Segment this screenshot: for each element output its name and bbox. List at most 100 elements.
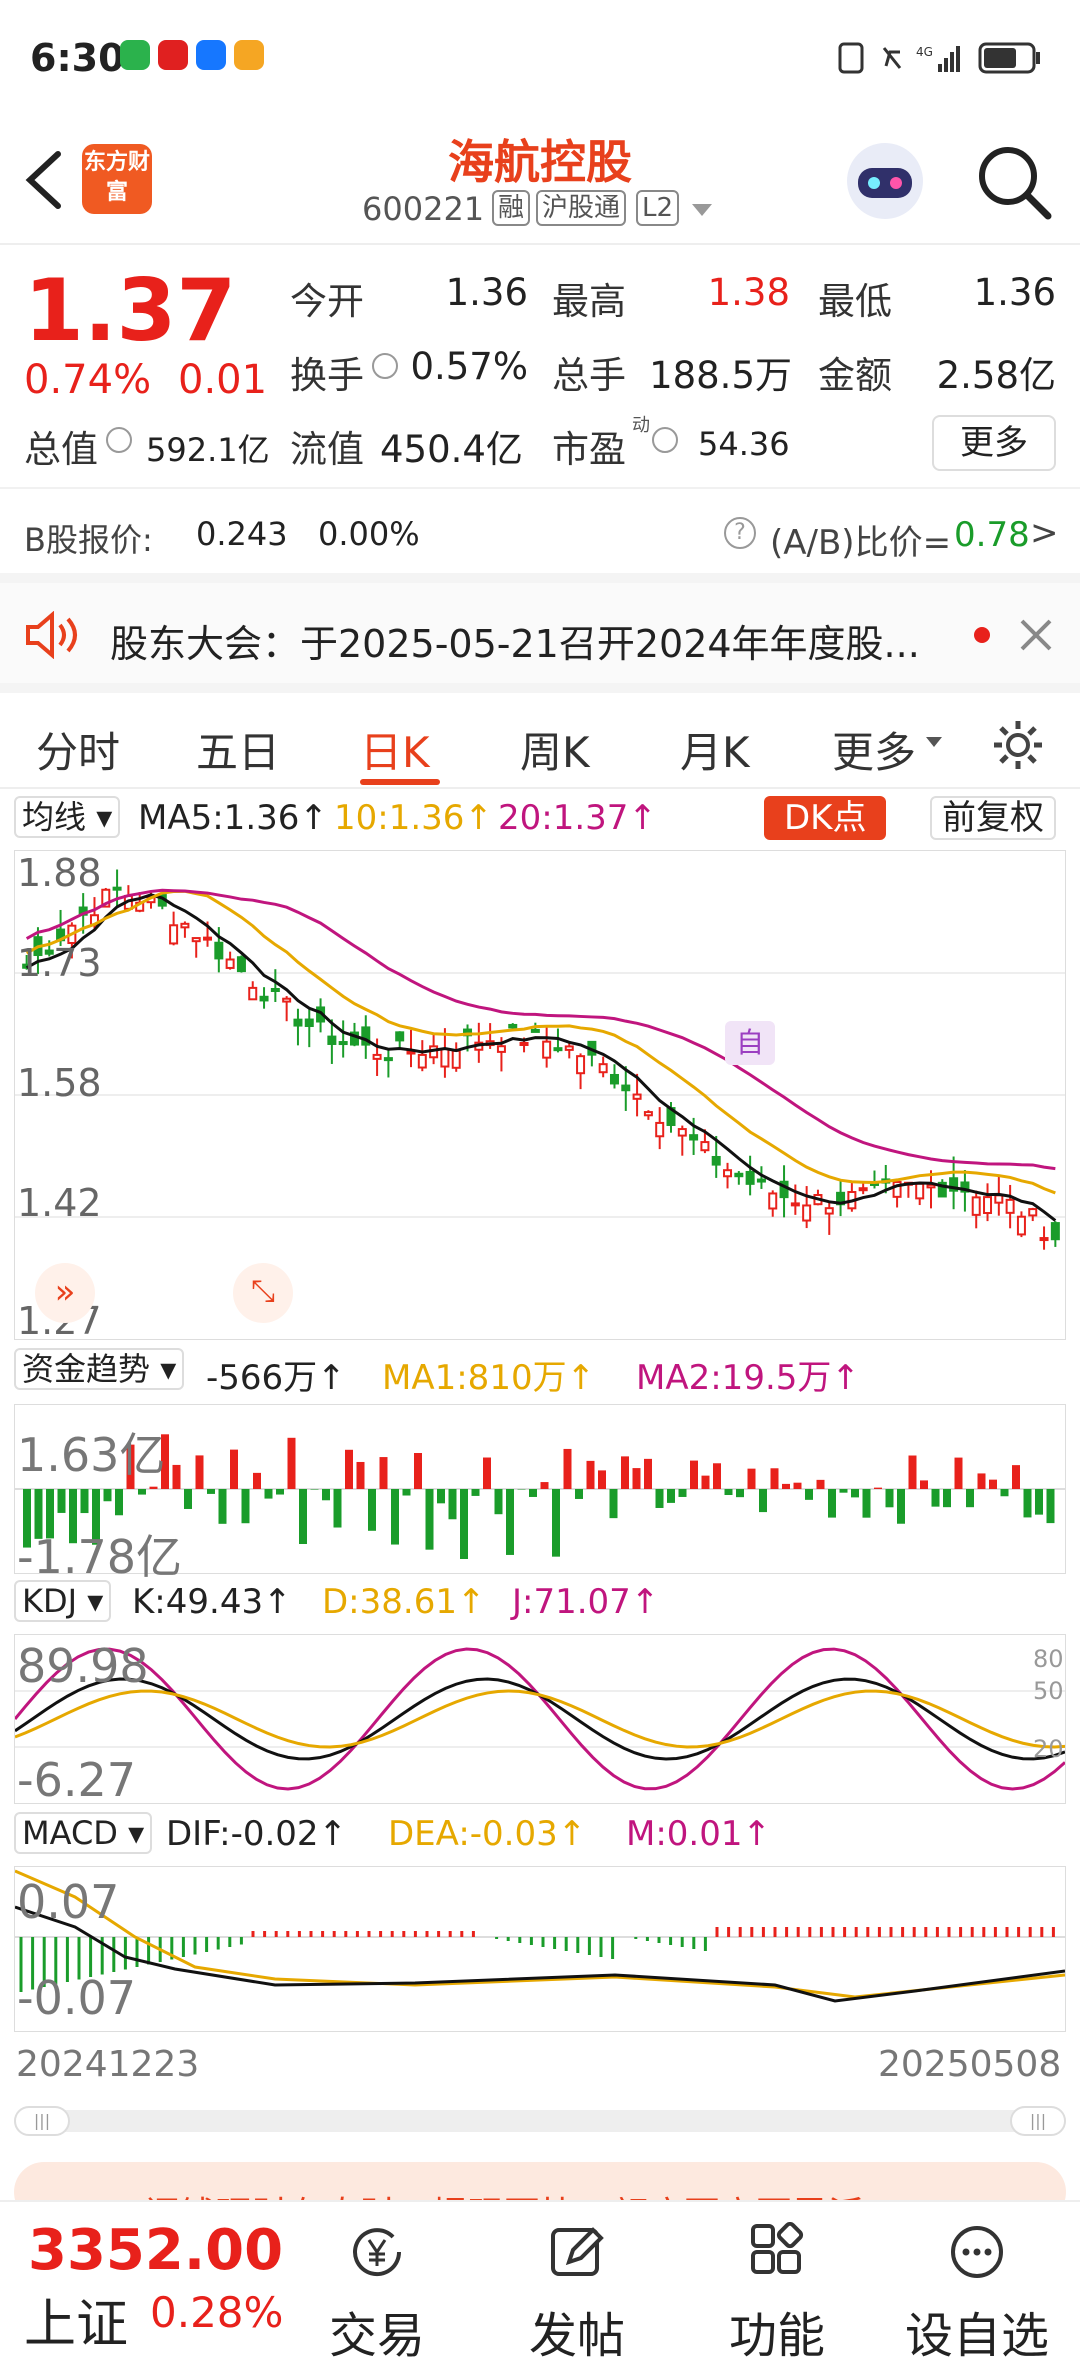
kdj-k: K:49.43↑ (132, 1582, 292, 1622)
fund-bar (885, 1489, 894, 1508)
b-share-label: B股报价: (24, 521, 153, 559)
nav-trade[interactable]: 交易 (292, 2222, 462, 2366)
close-icon[interactable] (1018, 617, 1054, 653)
candle-body (598, 1063, 608, 1074)
fund-bar (149, 1486, 158, 1489)
y-tick-label: -1.78亿 (17, 1530, 183, 1584)
fund-bar (552, 1489, 560, 1557)
nav-functions[interactable]: 功能 (692, 2222, 862, 2366)
candle-body (395, 1031, 405, 1042)
nav-post-label: 发帖 (528, 2308, 625, 2364)
tab-monthly-k[interactable]: 月K (680, 719, 750, 780)
candle-body (293, 1018, 303, 1027)
help-icon[interactable]: ? (724, 517, 756, 549)
range-handle-right[interactable]: ||| (1010, 2106, 1066, 2136)
tab-daily-k[interactable]: 日K (360, 719, 430, 780)
fund-bar (218, 1489, 227, 1524)
fund-bar (690, 1460, 698, 1489)
robot-assistant-icon[interactable] (842, 138, 928, 224)
candle-body (338, 1041, 348, 1046)
fund-bar (1035, 1489, 1043, 1515)
indicator-selector[interactable]: 资金趋势 ▾ (14, 1348, 185, 1390)
yen-icon (353, 2228, 402, 2277)
mktcap-label: 总值 (24, 428, 98, 471)
fund-legend: 资金趋势 ▾ -566万↑ MA1:810万↑ MA2:19.5万↑ (0, 1348, 1080, 1398)
kline-legend: 均线 ▾ MA5:1.36↑ 10:1.36↑ 20:1.37↑ DK点 前复权 (0, 796, 1080, 842)
index-value[interactable]: 3352.00 (28, 2218, 283, 2283)
range-slider-track[interactable]: ||| ||| (14, 2106, 1066, 2136)
indicator-selector[interactable]: MACD ▾ (14, 1812, 153, 1854)
volume-label: 总手 (552, 354, 626, 397)
fund-bar (264, 1489, 273, 1499)
fullscreen-icon[interactable]: ⤡ (233, 1263, 293, 1323)
nav-add-watchlist[interactable]: 设自选 (892, 2222, 1062, 2366)
app2-icon (234, 40, 264, 70)
macd-chart[interactable]: 0.07 -0.07 (14, 1866, 1066, 2032)
adjust-button[interactable]: 前复权 (930, 796, 1056, 840)
candle-body (417, 1053, 427, 1069)
candle-body (451, 1049, 461, 1069)
gear-icon[interactable] (990, 717, 1046, 773)
stock-code: 600221 (362, 190, 485, 228)
last-price: 1.37 (24, 261, 237, 361)
more-quote-button[interactable]: 更多 (932, 415, 1056, 471)
fund-chart[interactable]: 1.63亿 -1.78亿 (14, 1404, 1066, 1584)
app-icon (158, 40, 188, 70)
tag-margin: 融 (492, 190, 531, 226)
end-date: 20250508 (878, 2044, 1062, 2085)
tag-connect: 沪股通 (536, 190, 627, 226)
indicator-selector[interactable]: KDJ ▾ (14, 1580, 112, 1622)
candle-body (383, 1057, 393, 1062)
candle-body (169, 924, 179, 945)
fund-bar (586, 1460, 595, 1489)
tab-five-day[interactable]: 五日 (196, 719, 280, 780)
info-icon[interactable] (106, 427, 132, 453)
nav-post[interactable]: 发帖 (492, 2222, 662, 2366)
fund-bar (954, 1457, 963, 1489)
range-handle-left[interactable]: ||| (14, 2106, 70, 2136)
fund-bar (609, 1489, 618, 1519)
amount-value: 2.58亿 (936, 354, 1056, 397)
candle-body (655, 1121, 665, 1138)
auto-marker[interactable]: 自 (725, 1021, 775, 1065)
indicator-selector[interactable]: 均线 ▾ (14, 796, 121, 838)
fund-bar (1012, 1465, 1020, 1489)
ref-level: 80 (1033, 1645, 1064, 1673)
candle-body (858, 1187, 868, 1192)
chevron-right-icon[interactable]: > (1030, 513, 1059, 553)
candle-body (700, 1141, 710, 1152)
candle-body (553, 1047, 563, 1052)
y-tick-label: 1.73 (17, 941, 102, 985)
info-icon[interactable] (372, 353, 398, 379)
open-label: 今开 (290, 280, 364, 323)
fund-bar (770, 1468, 779, 1489)
kdj-chart[interactable]: 89.98 -6.27 80 50 20 (14, 1634, 1066, 1807)
pe-value: 54.36 (698, 425, 790, 463)
dk-point-button[interactable]: DK点 (764, 796, 887, 840)
fund-bar (575, 1489, 583, 1499)
turnover-label: 换手 (290, 354, 364, 397)
ref-level: 20 (1033, 1735, 1064, 1763)
candle-body (824, 1207, 834, 1215)
fund-bar (471, 1489, 480, 1496)
chevron-down-icon[interactable] (690, 202, 714, 218)
low-value: 1.36 (973, 271, 1056, 314)
edit-icon (551, 2227, 604, 2276)
kline-chart[interactable]: 1.88 1.73 1.58 1.42 1.27 自 » ⤡ (14, 850, 1066, 1343)
tab-more[interactable]: 更多 (832, 719, 916, 780)
search-icon[interactable] (976, 144, 1052, 220)
fund-bar (678, 1489, 687, 1497)
index-name[interactable]: 上证 (24, 2282, 128, 2357)
b-share-pct: 0.00% (318, 515, 420, 553)
tab-weekly-k[interactable]: 周K (520, 719, 590, 780)
expand-left-icon[interactable]: » (35, 1263, 95, 1323)
notice-bar[interactable]: 股东大会：于2025-05-21召开2024年年度股... (0, 573, 1080, 683)
fund-bar (563, 1448, 572, 1489)
ma10-value: 10:1.36↑ (334, 798, 493, 838)
tab-intraday[interactable]: 分时 (36, 719, 120, 780)
candle-body (790, 1202, 800, 1207)
fund-bar (897, 1489, 905, 1524)
info-icon[interactable] (652, 427, 678, 453)
candle-body (519, 1041, 529, 1046)
y-tick-label: 1.88 (17, 851, 102, 895)
